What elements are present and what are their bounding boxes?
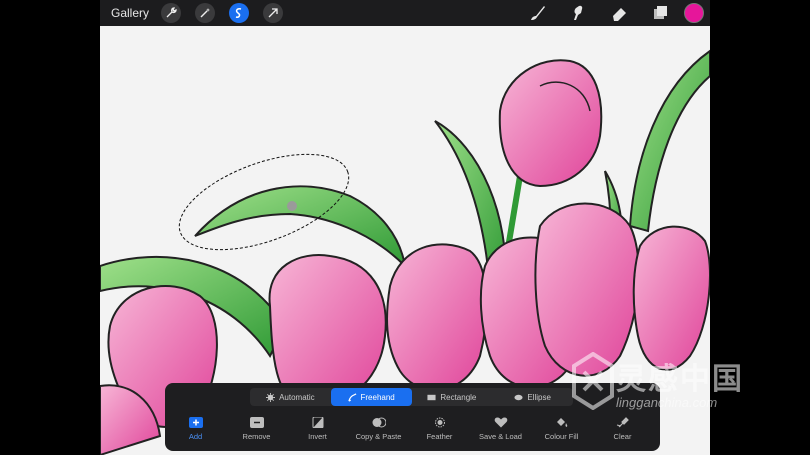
site-watermark: 灵感中国 lingganchina.com xyxy=(572,350,787,415)
freehand-icon xyxy=(347,392,356,402)
watermark-chinese-text: 灵感中国 xyxy=(616,362,744,397)
mode-label: Ellipse xyxy=(527,392,551,402)
feather-button[interactable]: Feather xyxy=(409,417,470,447)
watermark-logo-icon xyxy=(572,352,614,410)
action-label: Colour Fill xyxy=(544,432,579,441)
layers-icon[interactable] xyxy=(650,3,670,23)
mode-freehand[interactable]: Freehand xyxy=(330,388,412,406)
smudge-icon[interactable] xyxy=(568,3,588,23)
remove-button[interactable]: Remove xyxy=(226,417,287,447)
selection-icon[interactable] xyxy=(229,3,250,23)
save-load-button[interactable]: Save & Load xyxy=(470,417,531,447)
action-label: Clear xyxy=(613,432,632,441)
mode-label: Automatic xyxy=(279,392,315,402)
action-label: Save & Load xyxy=(479,432,522,441)
gallery-button[interactable]: Gallery xyxy=(111,6,149,20)
rectangle-icon xyxy=(427,394,436,400)
invert-icon xyxy=(311,417,325,428)
add-icon xyxy=(188,417,203,428)
ellipse-icon xyxy=(514,394,523,400)
add-button[interactable]: Add xyxy=(165,417,226,447)
save-load-icon xyxy=(494,417,508,428)
action-label: Feather xyxy=(426,432,453,441)
invert-button[interactable]: Invert xyxy=(287,417,348,447)
action-label: Copy & Paste xyxy=(355,432,402,441)
feather-icon xyxy=(433,417,447,428)
mode-ellipse[interactable]: Ellipse xyxy=(492,388,573,406)
clear-button[interactable]: Clear xyxy=(592,417,653,447)
remove-icon xyxy=(249,417,264,428)
top-toolbar: Gallery xyxy=(100,0,710,26)
transform-arrow-icon[interactable] xyxy=(263,3,284,23)
wrench-icon[interactable] xyxy=(161,3,182,23)
action-label: Add xyxy=(188,432,203,441)
mode-automatic[interactable]: Automatic xyxy=(250,388,331,406)
selection-actions: Add Remove Invert Copy & Paste Feather S… xyxy=(165,417,660,447)
action-label: Invert xyxy=(308,432,327,441)
mode-label: Freehand xyxy=(360,392,395,402)
color-picker-swatch[interactable] xyxy=(684,3,704,23)
colour-fill-icon xyxy=(555,417,569,428)
selection-mode-segmented: Automatic Freehand Rectangle Ellipse xyxy=(250,388,573,406)
automatic-icon xyxy=(266,392,276,402)
eraser-icon[interactable] xyxy=(609,3,629,23)
copy-paste-button[interactable]: Copy & Paste xyxy=(348,417,409,447)
mode-label: Rectangle xyxy=(440,392,477,402)
watermark-site-text: lingganchina.com xyxy=(616,395,718,410)
brush-icon[interactable] xyxy=(527,3,547,23)
action-label: Remove xyxy=(242,432,271,441)
magic-wand-icon[interactable] xyxy=(195,3,216,23)
colour-fill-button[interactable]: Colour Fill xyxy=(531,417,592,447)
clear-icon xyxy=(616,417,630,428)
copy-paste-icon xyxy=(372,417,386,428)
mode-rectangle[interactable]: Rectangle xyxy=(412,388,493,406)
